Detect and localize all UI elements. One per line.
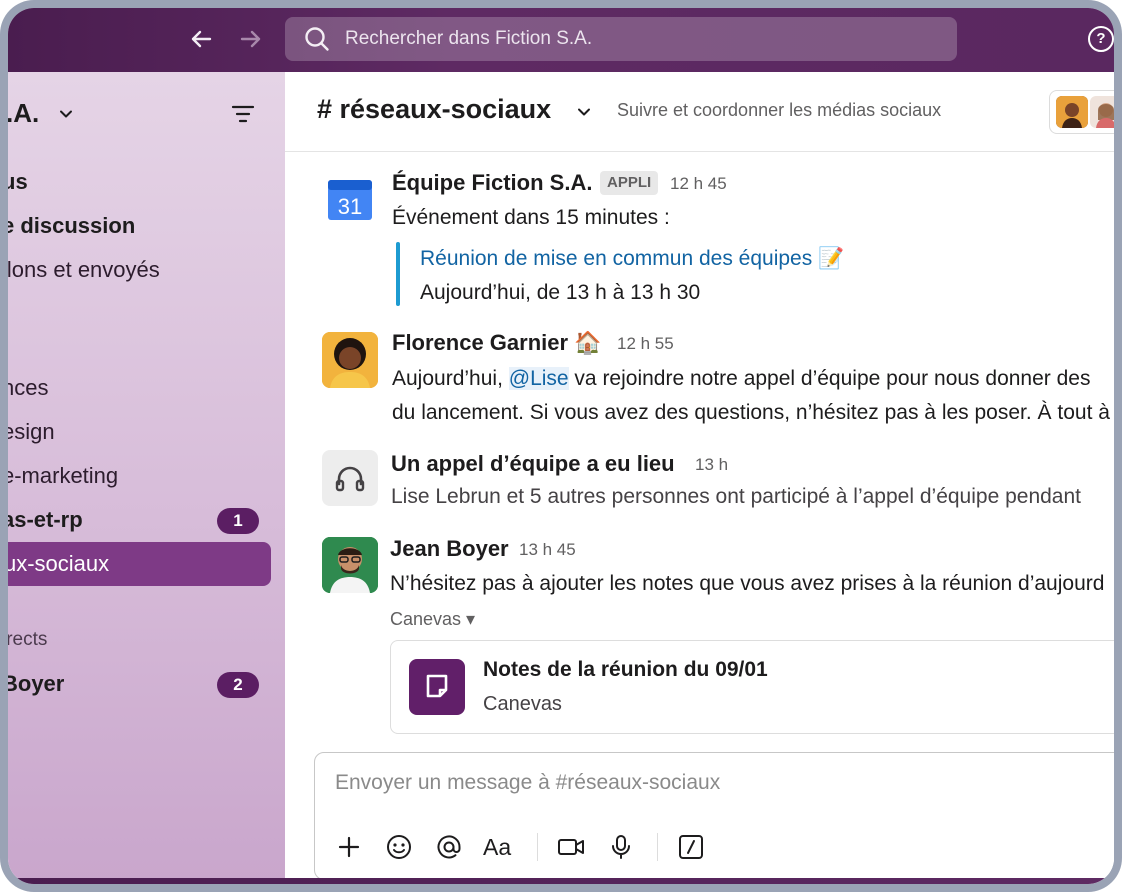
device-frame: Rechercher dans Fiction S.A. ? .A. us e … — [0, 0, 1122, 892]
slash-command-icon[interactable] — [675, 831, 707, 863]
message-text: du lancement. Si vous avez des questions… — [392, 401, 1110, 424]
composer-input[interactable]: Envoyer un message à #réseaux-sociaux — [335, 771, 720, 795]
arrow-right-icon[interactable] — [236, 24, 266, 54]
huddle-avatar — [322, 450, 378, 506]
sidebar-item-channel-1[interactable]: nces — [8, 375, 48, 401]
search-placeholder: Rechercher dans Fiction S.A. — [345, 28, 593, 49]
message-text: N’hésitez pas à ajouter les notes que vo… — [390, 572, 1105, 595]
sidebar-item-channel-marketing[interactable]: e-marketing — [8, 463, 118, 489]
search-icon — [305, 27, 329, 51]
help-icon[interactable]: ? — [1088, 26, 1114, 52]
formatting-icon[interactable]: Aa — [483, 831, 515, 863]
bottom-strip — [8, 878, 1114, 884]
sidebar-item-active-channel[interactable]: ux-sociaux — [8, 542, 271, 586]
member-avatars-button[interactable] — [1049, 90, 1114, 134]
sidebar: .A. us e discussion llons et envoyés nce… — [8, 72, 285, 884]
channel-view: # réseaux-sociaux Suivre et coordonner l… — [285, 72, 1114, 884]
avatar — [1056, 96, 1088, 128]
top-bar: Rechercher dans Fiction S.A. ? — [8, 8, 1114, 72]
avatar — [1090, 96, 1114, 128]
arrow-left-icon[interactable] — [186, 24, 216, 54]
chevron-down-icon[interactable] — [575, 103, 593, 121]
mention-icon[interactable] — [433, 831, 465, 863]
canvas-icon — [409, 659, 465, 715]
sidebar-item-label: ux-sociaux — [8, 551, 110, 576]
message-author[interactable]: Équipe Fiction S.A. — [392, 170, 592, 196]
filter-icon[interactable] — [230, 103, 256, 125]
sidebar-item-threads[interactable]: us — [8, 169, 28, 195]
channel-name[interactable]: # réseaux-sociaux — [317, 94, 551, 125]
message-time[interactable]: 12 h 55 — [617, 334, 674, 354]
toolbar-divider — [537, 833, 538, 861]
emoji-icon[interactable] — [383, 831, 415, 863]
unread-badge: 1 — [217, 508, 259, 534]
calendar-day: 31 — [338, 194, 362, 219]
workspace-name[interactable]: .A. — [8, 98, 39, 129]
canvas-subtitle: Canevas — [483, 693, 562, 715]
chevron-down-icon[interactable] — [58, 106, 74, 122]
video-icon[interactable] — [555, 831, 587, 863]
message-author[interactable]: Jean Boyer — [390, 536, 509, 562]
message-text-part: Aujourd’hui, — [392, 367, 509, 390]
avatar[interactable] — [322, 332, 378, 388]
canvas-title: Notes de la réunion du 09/01 — [483, 658, 768, 681]
channel-topic: Suivre et coordonner les médias sociaux — [617, 100, 942, 120]
event-time: Aujourd’hui, de 13 h à 13 h 30 — [420, 281, 701, 304]
message-author[interactable]: Florence Garnier 🏠 — [392, 330, 602, 356]
message-time[interactable]: 12 h 45 — [670, 174, 727, 194]
sidebar-item-drafts[interactable]: llons et envoyés — [8, 257, 160, 283]
channel-header: # réseaux-sociaux Suivre et coordonner l… — [285, 72, 1114, 152]
sidebar-item-dm-boyer[interactable]: Boyer — [8, 671, 64, 697]
message-text: Événement dans 15 minutes : — [392, 206, 670, 229]
app-tag: APPLI — [600, 171, 659, 195]
canvas-section-toggle[interactable]: Canevas ▾ — [390, 609, 475, 630]
message-text: Lise Lebrun et 5 autres personnes ont pa… — [391, 485, 1081, 508]
headphones-icon — [335, 466, 365, 492]
canvas-card[interactable]: Notes de la réunion du 09/01 Canevas — [390, 640, 1114, 734]
quote-bar — [396, 242, 400, 306]
unread-badge: 2 — [217, 672, 259, 698]
app-window: Rechercher dans Fiction S.A. ? .A. us e … — [8, 8, 1114, 884]
sidebar-item-channel-design[interactable]: esign — [8, 419, 55, 445]
plus-icon[interactable] — [333, 831, 365, 863]
calendar-app-avatar[interactable]: 31 — [322, 172, 378, 228]
user-mention[interactable]: @Lise — [508, 367, 569, 390]
microphone-icon[interactable] — [605, 831, 637, 863]
sidebar-item-discussions[interactable]: e discussion — [8, 213, 135, 239]
search-bar[interactable]: Rechercher dans Fiction S.A. — [285, 17, 957, 61]
message-text: Aujourd’hui, @Lise va rejoindre notre ap… — [392, 367, 1090, 391]
dm-section-header[interactable]: irects — [8, 629, 47, 651]
event-link[interactable]: Réunion de mise en commun des équipes 📝 — [420, 247, 844, 271]
message-time[interactable]: 13 h 45 — [519, 540, 576, 560]
toolbar-divider — [657, 833, 658, 861]
message-text-part: va rejoindre notre appel d’équipe pour n… — [568, 367, 1091, 390]
message-composer[interactable]: Envoyer un message à #réseaux-sociaux Aa — [314, 752, 1114, 880]
message-time[interactable]: 13 h — [695, 455, 728, 475]
huddle-title[interactable]: Un appel d’équipe a eu lieu — [391, 451, 675, 477]
avatar[interactable] — [322, 537, 378, 593]
sidebar-item-channel-rp[interactable]: as-et-rp — [8, 507, 83, 533]
